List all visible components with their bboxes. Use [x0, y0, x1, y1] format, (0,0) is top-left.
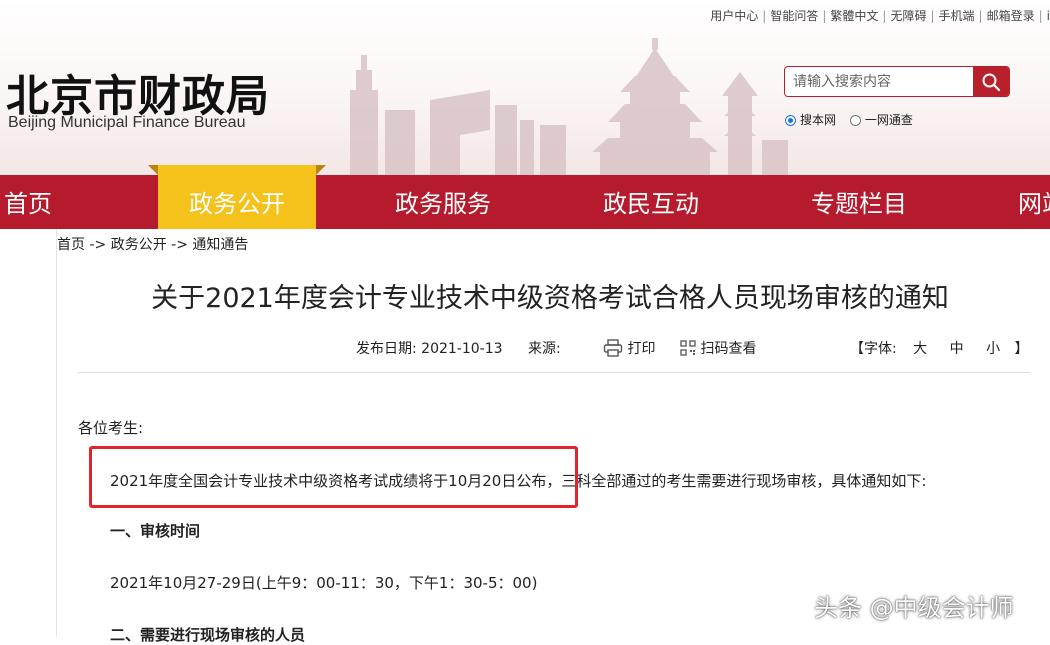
section-1-heading: 一、审核时间 — [110, 522, 201, 540]
qr-view-label: 扫码查看 — [700, 341, 757, 357]
article-title: 关于2021年度会计专业技术中级资格考试合格人员现场审核的通知 — [151, 283, 949, 314]
top-link-smart-qa[interactable]: 智能问答 — [770, 9, 818, 23]
font-size-small[interactable]: 小 — [986, 341, 1000, 357]
breadcrumb: 首页 -> 政务公开 -> 通知通告 — [57, 234, 248, 254]
search-button[interactable] — [973, 67, 1009, 96]
breadcrumb-notices[interactable]: 通知通告 — [192, 237, 248, 253]
paragraph-1-rest: 三科全部通过的考生需要进行现场审核，具体通知如下: — [561, 472, 927, 490]
search-box — [784, 66, 1010, 97]
nav-item-interaction[interactable]: 政民互动 — [603, 175, 699, 229]
breadcrumb-separator: -> — [89, 237, 107, 253]
publish-date-value: 2021-10-13 — [421, 341, 503, 357]
font-size-large[interactable]: 大 — [913, 341, 927, 357]
nav-item-gov-affairs-active[interactable]: 政务公开 — [148, 165, 326, 229]
breadcrumb-gov-affairs[interactable]: 政务公开 — [111, 237, 167, 253]
meta-divider — [78, 372, 1030, 373]
print-button[interactable]: 打印 — [603, 338, 655, 358]
site-logo-english: Beijing Municipal Finance Bureau — [8, 114, 246, 131]
qr-code-icon — [680, 340, 696, 356]
nav-item-special-topics[interactable]: 专题栏目 — [811, 175, 907, 229]
site-header: 用户中心 | 智能问答 | 繁體中文 | 无障碍 | 手机端 | 邮箱登录 | i 北京市财政局 Bei… — [0, 0, 1050, 175]
article-greeting: 各位考生: — [78, 419, 144, 437]
radio-checked-icon — [785, 115, 796, 126]
font-size-medium[interactable]: 中 — [950, 341, 964, 357]
search-icon — [982, 73, 1001, 91]
nav-item-gov-affairs-label: 政务公开 — [189, 190, 285, 218]
top-link-more[interactable]: i — [1047, 9, 1050, 23]
radio-unchecked-icon — [849, 115, 861, 126]
section-1-text: 2021年10月27-29日(上午9：00-11：30，下午1：30-5：00) — [110, 574, 538, 592]
font-size-control: 【字体: 大 中 小 】 — [850, 338, 1029, 358]
city-skyline-illustration — [350, 38, 788, 175]
scope-option-all-network[interactable]: 一网通查 — [849, 111, 913, 128]
breadcrumb-home[interactable]: 首页 — [57, 237, 85, 253]
top-link-accessibility[interactable]: 无障碍 — [890, 9, 926, 23]
section-2-heading: 二、需要进行现场审核的人员 — [110, 626, 306, 644]
top-link-user-center[interactable]: 用户中心 — [710, 9, 758, 23]
nav-item-site[interactable]: 网站 — [1018, 175, 1050, 229]
top-link-mail-login[interactable]: 邮箱登录 — [987, 9, 1035, 23]
qr-view-button[interactable]: 扫码查看 — [680, 338, 756, 358]
source-label: 来源: — [528, 341, 561, 357]
top-link-mobile[interactable]: 手机端 — [939, 9, 975, 23]
search-scope: 搜本网 一网通查 — [785, 111, 923, 128]
search-input[interactable] — [785, 67, 971, 96]
nav-item-gov-services[interactable]: 政务服务 — [395, 175, 491, 229]
font-size-label: 【字体: — [850, 341, 897, 357]
print-label: 打印 — [627, 341, 656, 357]
breadcrumb-separator: -> — [171, 237, 188, 253]
scope-option-this-site[interactable]: 搜本网 — [785, 111, 836, 128]
font-size-bracket-end: 】 — [1014, 341, 1029, 357]
printer-icon — [603, 339, 623, 357]
publish-date: 发布日期: 2021-10-13 — [356, 338, 503, 358]
nav-item-home[interactable]: 首页 — [4, 175, 52, 229]
top-link-traditional-chinese[interactable]: 繁體中文 — [830, 9, 878, 23]
top-links: 用户中心 | 智能问答 | 繁體中文 | 无障碍 | 手机端 | 邮箱登录 | i — [710, 9, 1050, 23]
publish-date-label: 发布日期: — [356, 341, 417, 357]
red-highlight-box — [89, 446, 578, 508]
watermark-overlay: 头条 @中级会计师 — [814, 594, 1014, 622]
